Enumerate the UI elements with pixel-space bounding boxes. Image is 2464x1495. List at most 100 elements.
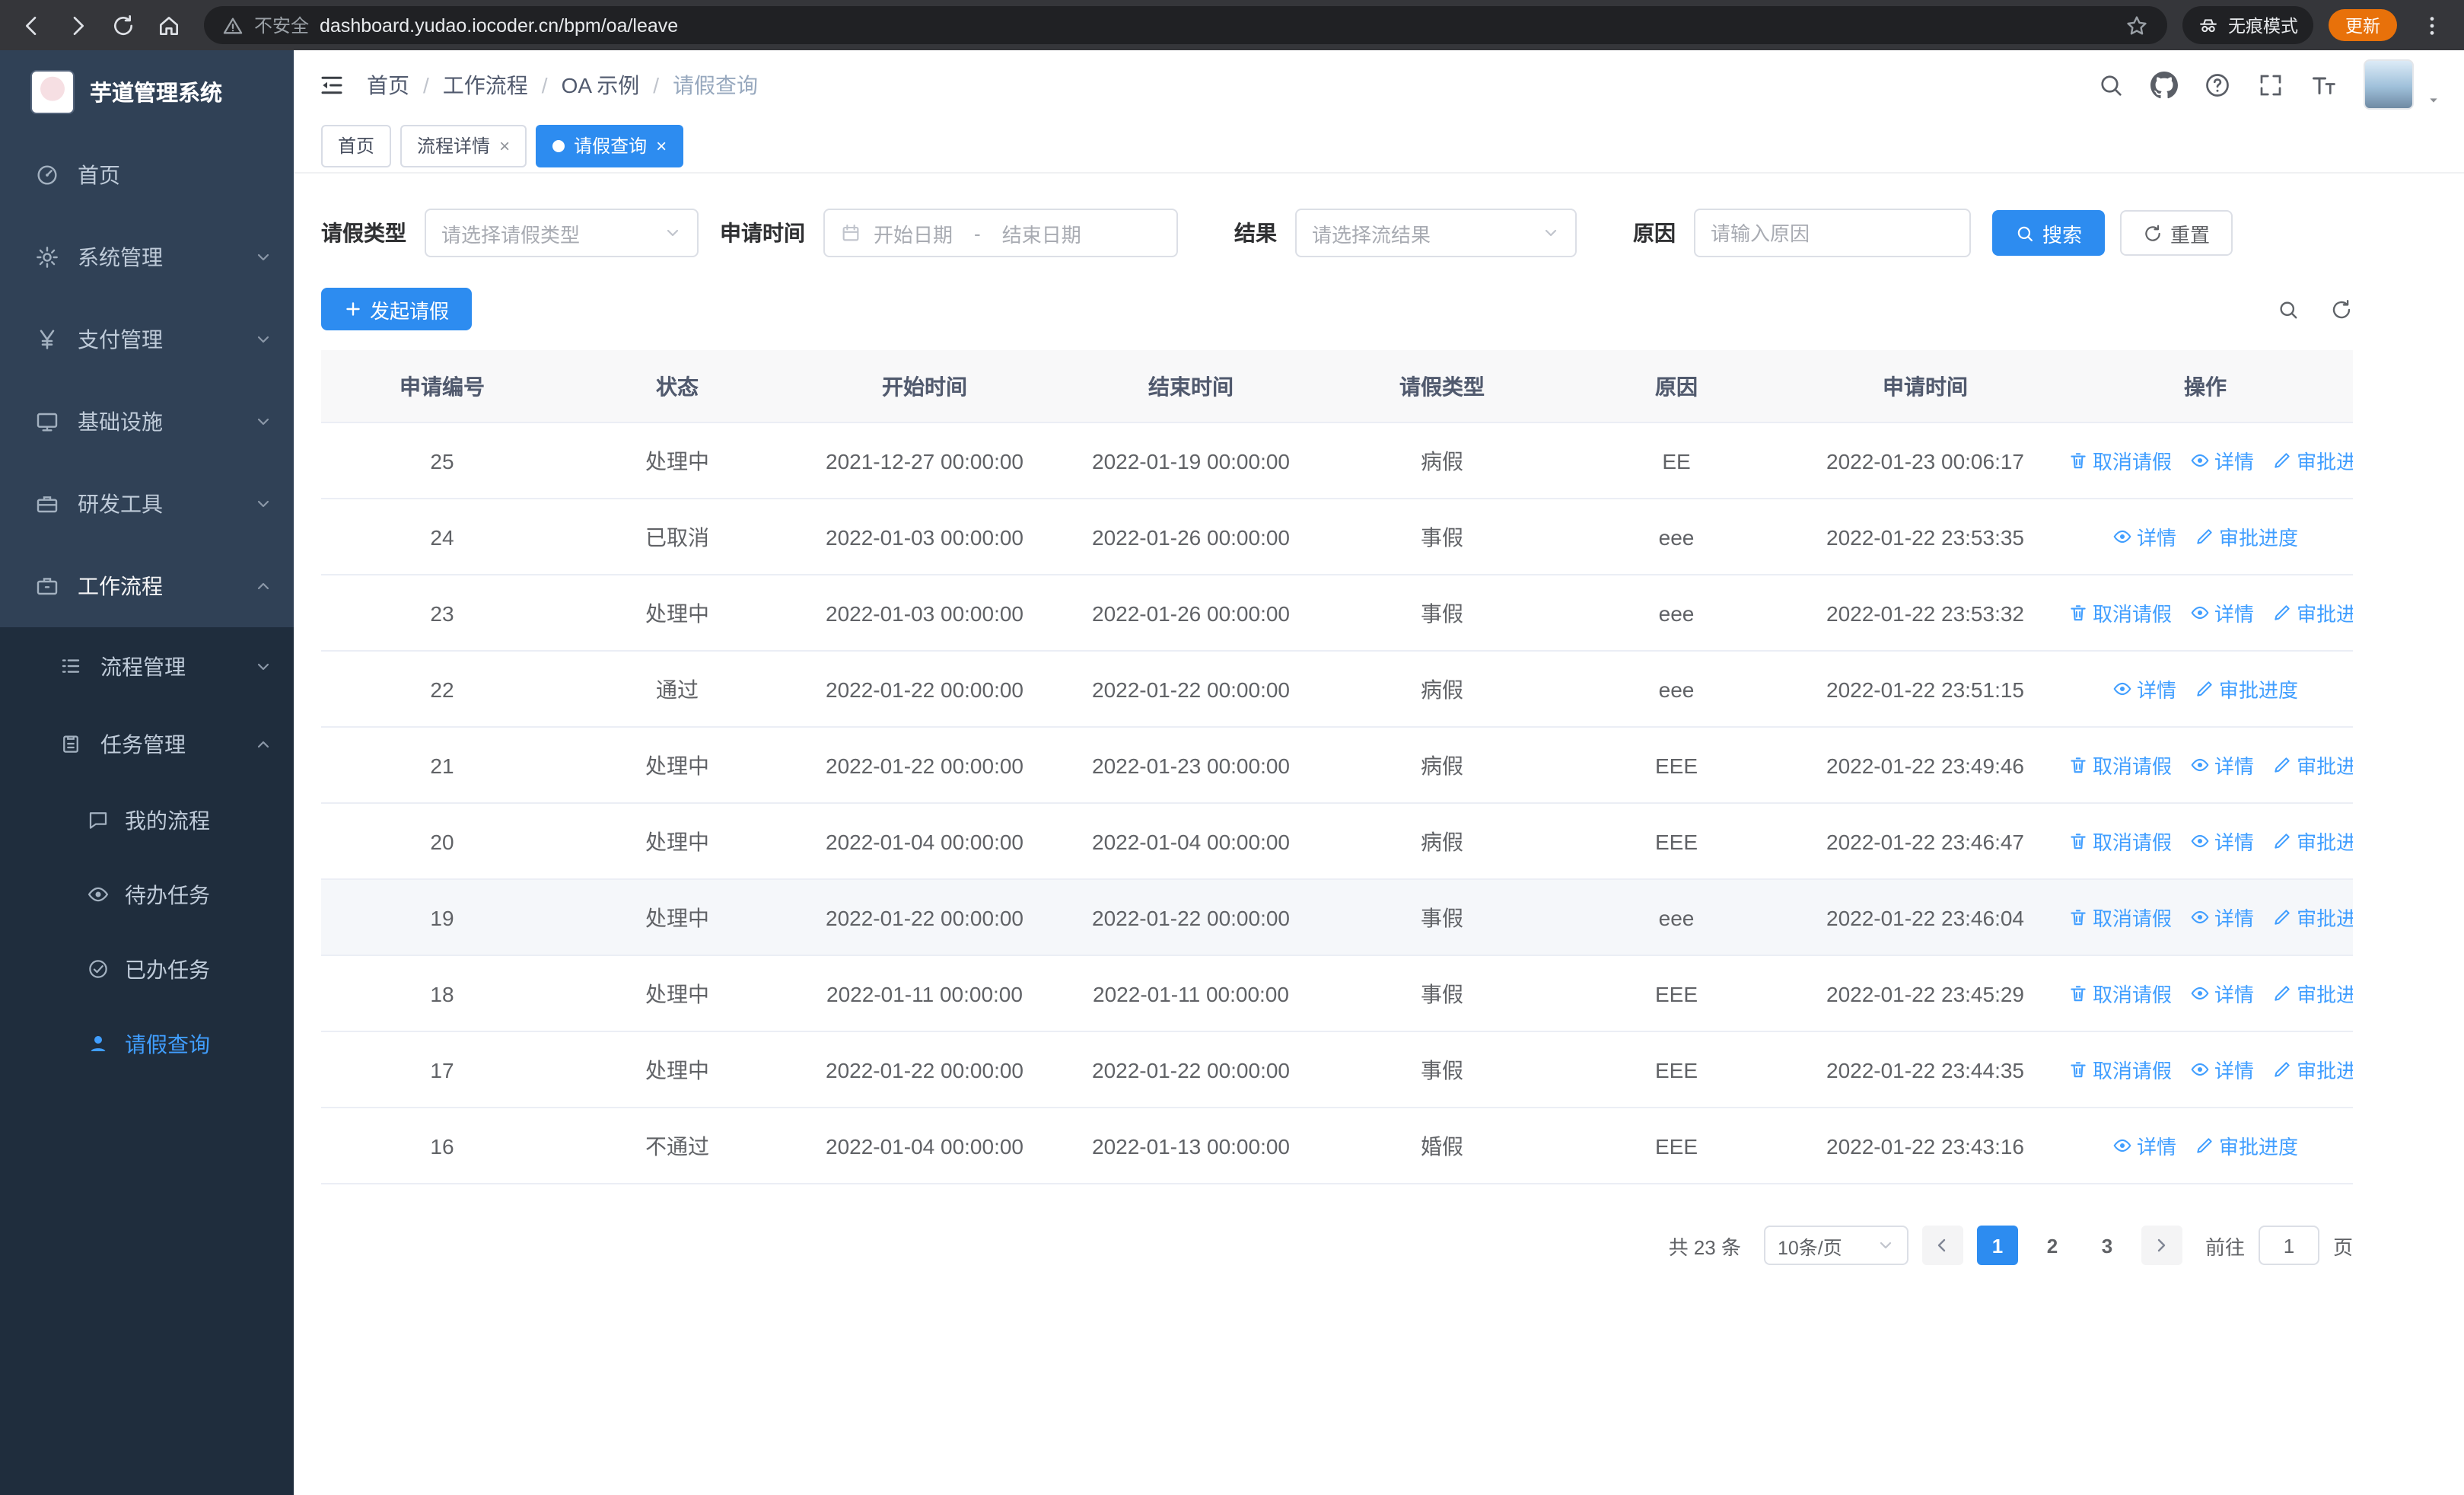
breadcrumb-item[interactable]: OA 示例 <box>562 69 640 100</box>
next-page-button[interactable] <box>2141 1226 2182 1265</box>
reload-icon[interactable] <box>103 5 143 45</box>
eye-icon <box>87 883 110 906</box>
sidebar-item-leave-query[interactable]: 请假查询 <box>0 1006 294 1081</box>
tab-home[interactable]: 首页 <box>321 124 392 167</box>
detail-link[interactable]: 详情 <box>2190 751 2254 779</box>
sidebar-item-process-mgmt[interactable]: 流程管理 <box>0 627 294 705</box>
refresh-icon[interactable] <box>2330 298 2353 320</box>
search-toggle-icon[interactable] <box>2277 298 2300 320</box>
close-icon[interactable]: × <box>499 135 510 156</box>
cancel-leave-link[interactable]: 取消请假 <box>2068 827 2172 856</box>
approval-progress-link[interactable]: 审批进度 <box>2272 903 2353 932</box>
approval-progress-link[interactable]: 审批进度 <box>2272 751 2353 779</box>
incognito-label: 无痕模式 <box>2228 18 2298 36</box>
row-ops: 详情 审批进度 <box>2058 499 2353 575</box>
approval-progress-link[interactable]: 审批进度 <box>2272 598 2353 627</box>
menu-fold-icon[interactable] <box>318 71 345 98</box>
row-ops: 取消请假 详情 审批进度 <box>2058 727 2353 804</box>
table-cell: 2022-01-22 23:45:29 <box>1793 955 2058 1032</box>
breadcrumb: 首页 / 工作流程 / OA 示例 / 请假查询 <box>367 69 758 100</box>
page-size-select[interactable]: 10条/页 <box>1763 1226 1908 1265</box>
sidebar-item-label: 待办任务 <box>125 882 210 907</box>
sidebar-item-system[interactable]: 系统管理 <box>0 216 294 298</box>
search-icon[interactable] <box>2097 71 2125 98</box>
forward-icon[interactable] <box>58 5 97 45</box>
table-cell: 17 <box>321 1031 563 1108</box>
page-button[interactable]: 3 <box>2087 1226 2128 1265</box>
result-select[interactable]: 请选择流结果 <box>1295 209 1577 257</box>
detail-link[interactable]: 详情 <box>2112 674 2176 703</box>
sidebar-item-devtools[interactable]: 研发工具 <box>0 463 294 545</box>
tab-process-detail[interactable]: 流程详情 × <box>400 124 527 167</box>
close-icon[interactable]: × <box>656 135 667 156</box>
approval-progress-link[interactable]: 审批进度 <box>2195 1131 2298 1160</box>
detail-link[interactable]: 详情 <box>2190 1055 2254 1084</box>
page-button[interactable]: 1 <box>1976 1226 2018 1265</box>
back-icon[interactable] <box>12 5 52 45</box>
sidebar-item-todo-tasks[interactable]: 待办任务 <box>0 857 294 932</box>
approval-progress-link[interactable]: 审批进度 <box>2272 979 2353 1008</box>
tab-leave-query[interactable]: 请假查询 × <box>536 124 684 167</box>
font-size-icon[interactable] <box>2310 71 2338 98</box>
apply-time-range-picker[interactable]: 开始日期 - 结束日期 <box>823 209 1178 257</box>
home-icon[interactable] <box>149 5 189 45</box>
help-icon[interactable] <box>2204 71 2231 98</box>
cancel-leave-link[interactable]: 取消请假 <box>2068 979 2172 1008</box>
sidebar-item-done-tasks[interactable]: 已办任务 <box>0 932 294 1006</box>
page-button[interactable]: 2 <box>2032 1226 2073 1265</box>
sidebar-item-my-processes[interactable]: 我的流程 <box>0 783 294 857</box>
sidebar-item-workflow[interactable]: 工作流程 <box>0 545 294 627</box>
leave-type-label: 请假类型 <box>321 221 406 245</box>
avatar[interactable] <box>2364 59 2414 110</box>
cancel-leave-link[interactable]: 取消请假 <box>2068 446 2172 475</box>
detail-link[interactable]: 详情 <box>2112 522 2176 551</box>
update-button[interactable]: 更新 <box>2329 9 2397 41</box>
detail-link[interactable]: 详情 <box>2190 903 2254 932</box>
approval-progress-link[interactable]: 审批进度 <box>2272 1055 2353 1084</box>
approval-progress-link[interactable]: 审批进度 <box>2195 522 2298 551</box>
op-label: 详情 <box>2136 527 2176 550</box>
detail-link[interactable]: 详情 <box>2190 979 2254 1008</box>
cancel-leave-link[interactable]: 取消请假 <box>2068 903 2172 932</box>
url-text[interactable]: dashboard.yudao.iocoder.cn/bpm/oa/leave <box>320 14 2114 36</box>
create-leave-button[interactable]: 发起请假 <box>321 288 473 330</box>
logo-image <box>30 70 75 114</box>
table-cell: 25 <box>321 422 563 499</box>
sidebar-item-payment[interactable]: 支付管理 <box>0 298 294 381</box>
approval-progress-link[interactable]: 审批进度 <box>2195 674 2298 703</box>
table-cell: 2022-01-22 23:49:46 <box>1793 727 2058 804</box>
browser-menu-icon[interactable] <box>2412 5 2452 45</box>
detail-link[interactable]: 详情 <box>2112 1131 2176 1160</box>
reason-input[interactable] <box>1694 209 1971 257</box>
breadcrumb-item[interactable]: 首页 <box>367 69 409 100</box>
detail-link[interactable]: 详情 <box>2190 446 2254 475</box>
cancel-leave-link[interactable]: 取消请假 <box>2068 598 2172 627</box>
table-cell: 2022-01-03 00:00:00 <box>791 499 1058 575</box>
logo[interactable]: 芋道管理系统 <box>0 50 294 134</box>
reset-button[interactable]: 重置 <box>2120 210 2233 256</box>
fullscreen-icon[interactable] <box>2257 71 2284 98</box>
goto-page-input[interactable] <box>2258 1226 2319 1265</box>
row-ops: 取消请假 详情 审批进度 <box>2058 955 2353 1032</box>
logo-title: 芋道管理系统 <box>90 82 222 107</box>
breadcrumb-item[interactable]: 工作流程 <box>443 69 528 100</box>
github-icon[interactable] <box>2150 71 2178 98</box>
sidebar-item-home[interactable]: 首页 <box>0 134 294 216</box>
approval-progress-link[interactable]: 审批进度 <box>2272 446 2353 475</box>
prev-page-button[interactable] <box>1921 1226 1963 1265</box>
url-bar[interactable]: 不安全 dashboard.yudao.iocoder.cn/bpm/oa/le… <box>204 6 2167 44</box>
cancel-leave-link[interactable]: 取消请假 <box>2068 751 2172 779</box>
cancel-leave-link[interactable]: 取消请假 <box>2068 1055 2172 1084</box>
approval-progress-link[interactable]: 审批进度 <box>2272 827 2353 856</box>
table-cell: 16 <box>321 1108 563 1184</box>
bookmark-star-icon[interactable] <box>2125 13 2149 37</box>
table-cell: 2022-01-04 00:00:00 <box>791 1108 1058 1184</box>
leave-type-select[interactable]: 请选择请假类型 <box>425 209 699 257</box>
detail-link[interactable]: 详情 <box>2190 598 2254 627</box>
sidebar: 芋道管理系统 首页 系统管理 支付管理 基础设施 研发工具 工作流程 流程管理 … <box>0 50 294 1495</box>
detail-link[interactable]: 详情 <box>2190 827 2254 856</box>
search-button[interactable]: 搜索 <box>1992 210 2106 256</box>
sidebar-item-infra[interactable]: 基础设施 <box>0 381 294 463</box>
security-label[interactable]: 不安全 <box>254 12 309 38</box>
sidebar-item-task-mgmt[interactable]: 任务管理 <box>0 705 294 783</box>
